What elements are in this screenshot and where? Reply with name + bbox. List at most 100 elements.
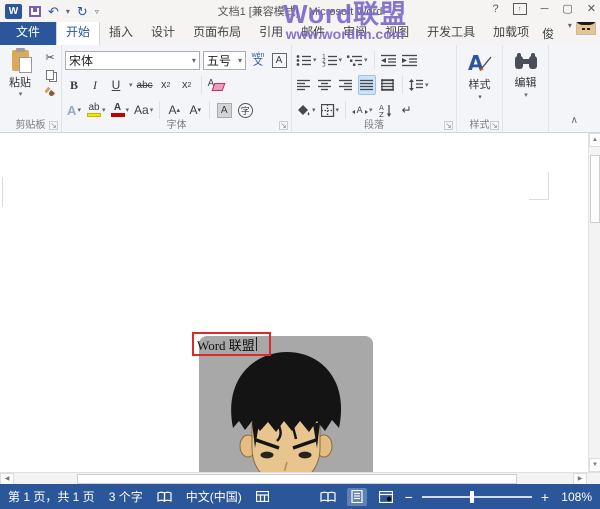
editing-button[interactable]: 编辑 ▾ bbox=[506, 48, 545, 99]
clear-formatting-button[interactable] bbox=[207, 75, 225, 95]
chevron-down-icon[interactable]: ▾ bbox=[238, 56, 242, 65]
character-border-button[interactable]: A bbox=[270, 50, 288, 70]
underline-dropdown-icon[interactable]: ▾ bbox=[129, 81, 133, 89]
styles-dialog-launcher[interactable]: ↘ bbox=[490, 121, 499, 130]
font-color-icon: A bbox=[111, 103, 125, 117]
paste-clipboard-icon bbox=[12, 50, 29, 71]
font-name-combobox[interactable]: 宋体 ▾ bbox=[65, 51, 200, 70]
collapse-ribbon-icon[interactable]: ∧ bbox=[571, 115, 578, 126]
chevron-down-icon[interactable]: ▾ bbox=[192, 56, 196, 65]
italic-button[interactable]: I bbox=[86, 75, 104, 95]
caption-highlight-box[interactable]: Word 联盟 bbox=[192, 332, 271, 356]
tab-addins[interactable]: 加载项 bbox=[484, 19, 538, 45]
minimize-icon[interactable]: ─ bbox=[541, 3, 549, 15]
decrease-indent-icon bbox=[381, 54, 397, 67]
zoom-percentage[interactable]: 108% bbox=[558, 490, 592, 504]
scroll-up-icon[interactable]: ▲ bbox=[589, 133, 600, 147]
tab-developer[interactable]: 开发工具 bbox=[418, 19, 484, 45]
group-label-paragraph: 段落 bbox=[292, 116, 456, 131]
close-icon[interactable]: ✕ bbox=[587, 2, 596, 15]
vertical-scroll-thumb[interactable] bbox=[590, 155, 600, 223]
ribbon-home: 粘贴 ▾ ✂ 剪贴板 ↘ 宋体 ▾ 五号 ▾ bbox=[0, 45, 600, 133]
svg-text:A: A bbox=[468, 51, 484, 75]
zoom-slider-thumb[interactable] bbox=[470, 491, 474, 503]
language-indicator[interactable]: 中文(中国) bbox=[186, 488, 242, 505]
web-layout-button[interactable] bbox=[376, 488, 396, 506]
status-bar: 第 1 页，共 1 页 3 个字 中文(中国) bbox=[0, 484, 600, 509]
tab-references[interactable]: 引用 bbox=[250, 19, 292, 45]
align-right-button[interactable] bbox=[337, 75, 355, 95]
horizontal-scrollbar[interactable]: ◀ ▶ bbox=[0, 472, 600, 484]
align-center-button[interactable] bbox=[316, 75, 334, 95]
subscript-button[interactable]: x2 bbox=[157, 75, 175, 95]
group-label-font: 字体 bbox=[62, 116, 291, 131]
tab-view[interactable]: 视图 bbox=[376, 19, 418, 45]
phonetic-guide-button[interactable]: wén 文 bbox=[249, 50, 267, 70]
tab-insert[interactable]: 插入 bbox=[100, 19, 142, 45]
editing-button-label: 编辑 bbox=[515, 74, 537, 90]
superscript-button[interactable]: x2 bbox=[178, 75, 196, 95]
macro-record-button[interactable] bbox=[256, 491, 269, 502]
inline-picture[interactable]: UNOHOHS bbox=[199, 336, 373, 472]
web-layout-icon bbox=[379, 491, 393, 503]
multilevel-list-button[interactable]: ▾ bbox=[346, 50, 369, 70]
justify-icon bbox=[360, 79, 374, 91]
increase-indent-icon bbox=[402, 54, 418, 67]
read-mode-icon bbox=[320, 491, 336, 503]
bullets-button[interactable]: ▾ bbox=[295, 50, 318, 70]
text-cursor bbox=[256, 337, 257, 351]
tab-file[interactable]: 文件 bbox=[0, 19, 56, 45]
numbering-button[interactable]: 1 2 3 ▾ bbox=[321, 50, 344, 70]
tab-home[interactable]: 开始 bbox=[56, 18, 100, 45]
bold-button[interactable]: B bbox=[65, 75, 83, 95]
font-size-combobox[interactable]: 五号 ▾ bbox=[203, 51, 246, 70]
line-spacing-icon bbox=[409, 79, 424, 91]
format-painter-button[interactable] bbox=[41, 84, 59, 99]
binoculars-icon bbox=[513, 50, 539, 74]
font-dialog-launcher[interactable]: ↘ bbox=[279, 121, 288, 130]
line-spacing-button[interactable]: ▾ bbox=[408, 75, 430, 95]
zoom-slider[interactable] bbox=[422, 496, 532, 498]
avatar-eye bbox=[582, 28, 585, 30]
document-canvas[interactable]: UNOHOHS Word 联盟 bbox=[0, 133, 588, 472]
read-mode-button[interactable] bbox=[318, 488, 338, 506]
tab-design[interactable]: 设计 bbox=[142, 19, 184, 45]
maximize-icon[interactable]: ▢ bbox=[562, 2, 572, 15]
proofing-book-icon bbox=[157, 491, 172, 503]
shading-bucket-icon bbox=[296, 104, 311, 117]
proofing-status[interactable] bbox=[157, 491, 172, 503]
tab-mailings[interactable]: 邮件 bbox=[292, 19, 334, 45]
margin-crop-mark bbox=[529, 199, 549, 200]
paste-button[interactable]: 粘贴 ▾ bbox=[3, 48, 37, 98]
print-layout-button[interactable] bbox=[347, 488, 367, 506]
distribute-icon bbox=[381, 79, 395, 91]
increase-indent-button[interactable] bbox=[401, 50, 419, 70]
distribute-button[interactable] bbox=[379, 75, 397, 95]
ribbon-display-options-icon[interactable]: ↑ bbox=[513, 3, 527, 15]
word-count[interactable]: 3 个字 bbox=[109, 488, 143, 505]
tab-review[interactable]: 审阅 bbox=[334, 19, 376, 45]
vertical-scrollbar[interactable]: ▲ ▼ bbox=[588, 133, 600, 472]
align-left-button[interactable] bbox=[295, 75, 313, 95]
decrease-indent-button[interactable] bbox=[380, 50, 398, 70]
justify-button[interactable] bbox=[358, 75, 376, 95]
underline-button[interactable]: U bbox=[107, 75, 125, 95]
strikethrough-button[interactable]: abc bbox=[136, 75, 154, 95]
avatar-eye bbox=[587, 28, 590, 30]
scroll-down-icon[interactable]: ▼ bbox=[589, 458, 600, 472]
copy-button[interactable] bbox=[41, 67, 59, 82]
paragraph-dialog-launcher[interactable]: ↘ bbox=[444, 121, 453, 130]
zoom-in-button[interactable]: + bbox=[541, 490, 549, 504]
cut-button[interactable]: ✂ bbox=[41, 50, 59, 65]
help-icon[interactable]: ? bbox=[492, 3, 498, 15]
styles-icon: A bbox=[466, 50, 494, 76]
styles-button[interactable]: A 样式 ▾ bbox=[460, 48, 499, 101]
horizontal-scroll-thumb[interactable] bbox=[77, 474, 517, 484]
page-indicator[interactable]: 第 1 页，共 1 页 bbox=[8, 488, 95, 505]
ribbon-tab-row: 文件 开始 插入 设计 页面布局 引用 邮件 审阅 视图 开发工具 加载项 胡俊… bbox=[0, 22, 600, 45]
zoom-out-button[interactable]: − bbox=[405, 490, 413, 504]
paste-dropdown-icon[interactable]: ▾ bbox=[19, 90, 23, 98]
caption-text[interactable]: Word 联盟 bbox=[197, 335, 255, 354]
clipboard-dialog-launcher[interactable]: ↘ bbox=[49, 121, 58, 130]
tab-page-layout[interactable]: 页面布局 bbox=[184, 19, 250, 45]
